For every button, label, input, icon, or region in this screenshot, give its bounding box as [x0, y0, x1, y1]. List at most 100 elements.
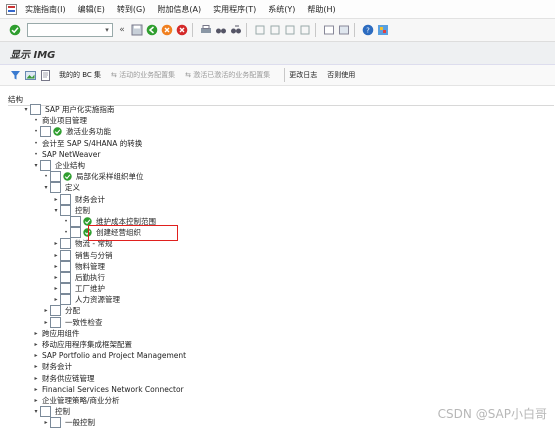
- documentation-icon[interactable]: [30, 104, 41, 116]
- tree-node-label[interactable]: 后勤执行: [75, 272, 105, 283]
- tree-node[interactable]: ▸ 工厂维护: [0, 283, 540, 295]
- where-used-button[interactable]: 否则使用: [327, 70, 355, 80]
- execute-icon[interactable]: [53, 127, 62, 137]
- tree-node-label[interactable]: SAP Portfolio and Project Management: [42, 351, 186, 360]
- tree-node-label[interactable]: 分配: [65, 305, 80, 316]
- tree-node-label[interactable]: SAP NetWeaver: [42, 150, 100, 159]
- tree-node-label[interactable]: 激活业务功能: [66, 126, 111, 137]
- tree-node-label[interactable]: 会计至 SAP S/4HANA 的转换: [42, 138, 142, 149]
- execute-icon[interactable]: [83, 228, 92, 237]
- tree-node[interactable]: • 会计至 SAP S/4HANA 的转换: [0, 138, 540, 149]
- collapsed-triangle-icon[interactable]: ▸: [42, 317, 50, 328]
- collapsed-triangle-icon[interactable]: ▸: [32, 339, 40, 350]
- menu-utilities[interactable]: 实用程序(T): [213, 4, 256, 15]
- tree-node[interactable]: ▾ 定义: [0, 182, 540, 194]
- tree-node[interactable]: ▸ 财务会计: [0, 361, 540, 372]
- documentation-icon[interactable]: [70, 215, 81, 227]
- collapsed-triangle-icon[interactable]: ▸: [52, 294, 60, 305]
- tree-node-label[interactable]: 财务会计: [42, 361, 72, 372]
- exit-icon[interactable]: [161, 24, 173, 36]
- previous-page-icon[interactable]: [269, 24, 281, 36]
- tree-node[interactable]: • 激活业务功能: [0, 126, 540, 138]
- chevron-down-icon[interactable]: ▾: [102, 24, 112, 36]
- tree-node[interactable]: ▸ SAP Portfolio and Project Management: [0, 350, 540, 361]
- customize-layout-icon[interactable]: [377, 24, 389, 36]
- expanded-triangle-icon[interactable]: ▾: [42, 182, 50, 193]
- collapsed-triangle-icon[interactable]: ▸: [32, 373, 40, 384]
- back-icon[interactable]: [146, 24, 158, 36]
- tree-node[interactable]: ▸ 财务会计: [0, 193, 540, 205]
- documentation-icon[interactable]: [60, 193, 71, 205]
- collapsed-triangle-icon[interactable]: ▸: [52, 194, 60, 205]
- filter-icon[interactable]: [10, 70, 21, 81]
- collapsed-triangle-icon[interactable]: ▸: [32, 395, 40, 406]
- tree-node[interactable]: • 商业项目管理: [0, 115, 540, 126]
- enter-check-icon[interactable]: [9, 24, 21, 36]
- tree-node[interactable]: ▸ 财务供应链管理: [0, 373, 540, 384]
- tree-node[interactable]: ▸ 一致性检查: [0, 316, 540, 328]
- shortcut-icon[interactable]: [338, 24, 350, 36]
- tree-node[interactable]: ▸ 分配: [0, 305, 540, 317]
- tree-node-label[interactable]: 维护成本控制范围: [96, 216, 156, 227]
- collapsed-triangle-icon[interactable]: ▸: [32, 328, 40, 339]
- tree-node[interactable]: ▸ 跨应用组件: [0, 328, 540, 339]
- documentation-icon[interactable]: [40, 126, 51, 138]
- tree-node-label[interactable]: 控制: [75, 205, 90, 216]
- collapsed-triangle-icon[interactable]: ▸: [32, 384, 40, 395]
- menu-implementation-guide[interactable]: 实施指南(I): [25, 4, 66, 15]
- tree-node-label[interactable]: 移动应用程序集成框架配置: [42, 339, 132, 350]
- change-log-button[interactable]: 更改日志: [289, 70, 317, 80]
- documentation-icon[interactable]: [50, 305, 61, 317]
- tree-node-label[interactable]: 物流 - 常规: [75, 238, 112, 249]
- expanded-triangle-icon[interactable]: ▾: [52, 205, 60, 216]
- expanded-triangle-icon[interactable]: ▾: [32, 160, 40, 171]
- tree-node-label[interactable]: 一般控制: [65, 417, 95, 428]
- tree-node-label[interactable]: 一致性检查: [65, 317, 103, 328]
- menu-extras[interactable]: 附加信息(A): [157, 4, 201, 15]
- tree-node-label[interactable]: 财务供应链管理: [42, 373, 95, 384]
- find-icon[interactable]: [215, 24, 227, 36]
- documentation-icon[interactable]: [50, 171, 61, 183]
- tree-node[interactable]: ▸ 物流 - 常规: [0, 238, 540, 250]
- tree-node-label[interactable]: 企业管理策略/商业分析: [42, 395, 120, 406]
- help-icon[interactable]: ?: [362, 24, 374, 36]
- collapsed-triangle-icon[interactable]: ▸: [32, 350, 40, 361]
- tree-node-label[interactable]: 财务会计: [75, 194, 105, 205]
- expanded-triangle-icon[interactable]: ▾: [22, 104, 30, 115]
- command-field[interactable]: ▾: [27, 23, 113, 37]
- tree-node-label[interactable]: 创建经营组织: [96, 227, 141, 238]
- tree-node-label[interactable]: 销售与分销: [75, 250, 113, 261]
- cancel-icon[interactable]: [176, 24, 188, 36]
- new-session-icon[interactable]: [323, 24, 335, 36]
- documentation-icon[interactable]: [60, 283, 71, 295]
- documentation-icon[interactable]: [70, 227, 81, 239]
- collapsed-triangle-icon[interactable]: ▸: [52, 283, 60, 294]
- tree-node[interactable]: ▸ 人力资源管理: [0, 294, 540, 306]
- collapsed-triangle-icon[interactable]: ▸: [52, 250, 60, 261]
- document-icon[interactable]: [40, 69, 51, 81]
- tree-node-label[interactable]: 控制: [55, 406, 70, 417]
- tree-node[interactable]: ▸ 移动应用程序集成框架配置: [0, 339, 540, 350]
- execute-icon[interactable]: [83, 217, 92, 226]
- documentation-icon[interactable]: [50, 417, 61, 428]
- collapsed-triangle-icon[interactable]: ▸: [52, 261, 60, 272]
- tree-node[interactable]: • 维护成本控制范围: [0, 215, 540, 227]
- collapsed-triangle-icon[interactable]: ▸: [52, 272, 60, 283]
- my-bc-sets-button[interactable]: 我的的 BC 集: [59, 70, 101, 80]
- menu-edit[interactable]: 编辑(E): [78, 4, 105, 15]
- documentation-icon[interactable]: [50, 316, 61, 328]
- collapsed-triangle-icon[interactable]: ▸: [52, 238, 60, 249]
- collapsed-triangle-icon[interactable]: ▸: [42, 305, 50, 316]
- activated-bc-sets-button[interactable]: ⇆ 激活已激活的业务配置集: [185, 70, 270, 80]
- documentation-icon[interactable]: [60, 249, 71, 261]
- tree-node[interactable]: ▾ SAP 用户化实施指南: [0, 104, 540, 116]
- tree-node-label[interactable]: 跨应用组件: [42, 328, 80, 339]
- save-icon[interactable]: [131, 24, 143, 36]
- tree-node[interactable]: ▸ 物料管理: [0, 260, 540, 272]
- tree-node[interactable]: • 局部化采样组织单位: [0, 171, 540, 183]
- tree-node-label[interactable]: 物料管理: [75, 261, 105, 272]
- menu-help[interactable]: 帮助(H): [307, 4, 335, 15]
- tree-node[interactable]: • SAP NetWeaver: [0, 149, 540, 160]
- documentation-icon[interactable]: [50, 182, 61, 194]
- last-page-icon[interactable]: [299, 24, 311, 36]
